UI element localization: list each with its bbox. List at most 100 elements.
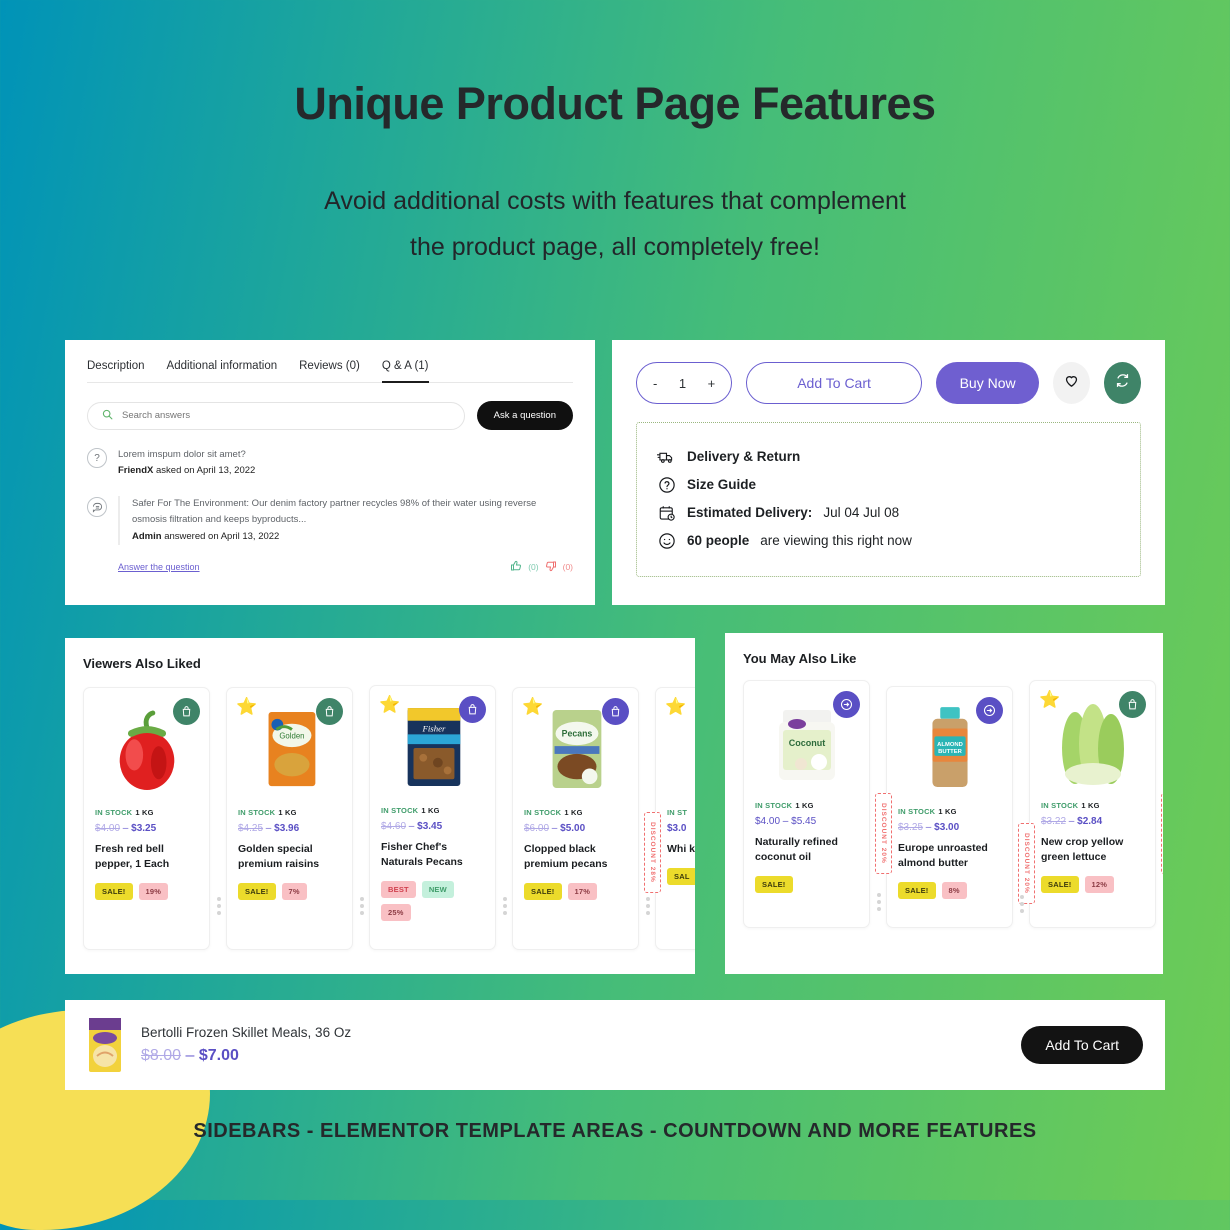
thumbs-up-icon[interactable] bbox=[510, 560, 522, 574]
new-price: $5.00 bbox=[560, 823, 586, 834]
add-to-cart-panel: - 1 + Add To Cart Buy Now Delivery & Ret… bbox=[612, 340, 1165, 605]
arrow-right-circle-icon[interactable] bbox=[833, 691, 860, 718]
qa-vote-group: (0) (0) bbox=[510, 560, 573, 574]
product-name[interactable]: New crop yellow green lettuce bbox=[1041, 835, 1144, 865]
info-delivery-return[interactable]: Delivery & Return bbox=[657, 447, 1120, 466]
upvote-count: (0) bbox=[528, 561, 539, 572]
product-badges: SAL bbox=[667, 868, 695, 886]
product-price: $3.22 – $2.84 bbox=[1041, 816, 1144, 827]
stock-status: IN ST bbox=[667, 808, 695, 817]
shopping-bag-icon[interactable] bbox=[602, 698, 629, 725]
svg-text:Pecans: Pecans bbox=[561, 728, 592, 738]
product-card[interactable]: Coconut IN STOCK 1 KG $4.00 – $5.45 Natur… bbox=[743, 680, 892, 929]
product-price: $4.60 – $3.45 bbox=[381, 821, 484, 832]
new-price: $4.00 – $5.45 bbox=[755, 816, 817, 827]
product-weight: 1 KG bbox=[564, 808, 583, 817]
product-name[interactable]: Whi kuro bbox=[667, 842, 695, 857]
cart-actions-row: - 1 + Add To Cart Buy Now bbox=[636, 362, 1141, 404]
card-drag-dots[interactable] bbox=[646, 897, 650, 916]
product-card[interactable]: ⭐ Golden IN STOCK 1 KG $4.25 – $3.96 Gold… bbox=[226, 687, 364, 951]
product-name[interactable]: Europe unroasted almond butter bbox=[898, 841, 1001, 871]
youmay-track: Coconut IN STOCK 1 KG $4.00 – $5.45 Natur… bbox=[743, 680, 1163, 929]
price-dash: – bbox=[1066, 816, 1078, 827]
arrow-right-circle-icon[interactable] bbox=[976, 697, 1003, 724]
product-weight: 1 KG bbox=[938, 807, 957, 816]
ask-a-question-button[interactable]: Ask a question bbox=[476, 401, 573, 430]
qa-answer-item: Safer For The Environment: Our denim fac… bbox=[87, 496, 573, 545]
question-circle-icon bbox=[657, 475, 676, 494]
product-card[interactable]: ALMOND BUTTER IN STOCK 1 KG $3.25 – $3.00… bbox=[886, 686, 1035, 929]
tab-description[interactable]: Description bbox=[87, 360, 145, 383]
footer-caption: SIDEBARS - ELEMENTOR TEMPLATE AREAS - CO… bbox=[193, 1120, 1037, 1142]
quantity-stepper[interactable]: - 1 + bbox=[636, 362, 733, 404]
card-drag-dots[interactable] bbox=[877, 893, 881, 912]
answer-the-question-link[interactable]: Answer the question bbox=[118, 562, 200, 572]
info-viewers-count: 60 people bbox=[687, 533, 750, 548]
stock-label: IN STOCK bbox=[898, 807, 936, 816]
thumbs-down-icon[interactable] bbox=[545, 560, 557, 574]
svg-text:Coconut: Coconut bbox=[788, 738, 825, 748]
info-viewers-text: are viewing this right now bbox=[760, 533, 912, 548]
badge-percent: 17% bbox=[567, 883, 598, 901]
card-drag-dots[interactable] bbox=[1020, 895, 1024, 914]
page-header: Unique Product Page Features Avoid addit… bbox=[0, 0, 1230, 270]
product-name[interactable]: Fisher Chef's Naturals Pecans bbox=[381, 840, 484, 870]
new-price: $3.00 bbox=[934, 822, 960, 833]
shopping-bag-icon[interactable] bbox=[1119, 691, 1146, 718]
info-viewers: 60 people are viewing this right now bbox=[657, 531, 1120, 550]
product-name[interactable]: Golden special premium raisins bbox=[238, 842, 341, 872]
product-weight: 1 KG bbox=[795, 801, 814, 810]
qa-answer-text: Safer For The Environment: Our denim fac… bbox=[132, 498, 537, 525]
compare-button[interactable] bbox=[1104, 362, 1141, 404]
product-image-area: ALMOND BUTTER bbox=[898, 697, 1003, 801]
product-weight: 1 KG bbox=[421, 806, 440, 815]
qa-answer-author: Admin bbox=[132, 530, 162, 542]
buy-now-button[interactable]: Buy Now bbox=[935, 362, 1040, 404]
product-image-area: ⭐ Golden bbox=[236, 698, 343, 802]
shopping-bag-icon[interactable] bbox=[173, 698, 200, 725]
badge-sale: SALE! bbox=[898, 882, 936, 900]
card-drag-dots[interactable] bbox=[360, 897, 364, 916]
stock-status: IN STOCK 1 KG bbox=[238, 808, 341, 817]
product-name[interactable]: Fresh red bell pepper, 1 Each bbox=[95, 842, 198, 872]
shopping-bag-icon[interactable] bbox=[316, 698, 343, 725]
discount-tag: DISCOUNT 20% bbox=[875, 793, 892, 874]
new-price: $3.45 bbox=[417, 821, 443, 832]
info-size-guide[interactable]: Size Guide bbox=[657, 475, 1120, 494]
tab-additional-information[interactable]: Additional information bbox=[167, 360, 278, 383]
wishlist-button[interactable] bbox=[1053, 362, 1091, 404]
product-card[interactable]: ⭐ IN STOCK 1 KG $3.22 – $2.84 New crop ye… bbox=[1029, 680, 1163, 929]
product-name[interactable]: Clopped black premium pecans bbox=[524, 842, 627, 872]
quantity-value[interactable]: 1 bbox=[679, 376, 686, 391]
heart-icon bbox=[1063, 372, 1080, 394]
smiley-face-icon bbox=[657, 531, 676, 550]
tab-reviews[interactable]: Reviews (0) bbox=[299, 360, 360, 383]
card-drag-dots[interactable] bbox=[217, 897, 221, 916]
sticky-add-to-cart-button[interactable]: Add To Cart bbox=[1021, 1026, 1143, 1064]
product-weight: 1 KG bbox=[278, 808, 297, 817]
qa-search-box[interactable] bbox=[87, 401, 465, 430]
product-name[interactable]: Naturally refined coconut oil bbox=[755, 835, 858, 865]
stock-label: IN ST bbox=[667, 808, 688, 817]
product-card[interactable]: ⭐ Pecans IN STOCK 1 KG $6.00 – $5.00 Clop… bbox=[512, 687, 661, 951]
product-card[interactable]: ⭐ IN ST $3.0 Whi kuro SAL bbox=[655, 687, 695, 951]
downvote-count: (0) bbox=[562, 561, 573, 572]
product-badges: SALE! 8% bbox=[898, 882, 1001, 900]
quantity-decrease-button[interactable]: - bbox=[653, 376, 657, 391]
stock-status: IN STOCK 1 KG bbox=[381, 806, 484, 815]
product-card[interactable]: ⭐ Fisher IN STOCK 1 KG $4.60 – $3.45 Fish… bbox=[369, 685, 507, 951]
add-to-cart-button[interactable]: Add To Cart bbox=[746, 362, 922, 404]
sticky-price-dash: – bbox=[181, 1047, 199, 1064]
tab-qa[interactable]: Q & A (1) bbox=[381, 360, 429, 383]
price-dash: – bbox=[120, 823, 132, 834]
stock-status: IN STOCK 1 KG bbox=[95, 808, 198, 817]
product-badges: SALE! bbox=[755, 876, 858, 894]
qa-question-author: FriendX bbox=[118, 465, 154, 477]
qa-question-date: asked on April 13, 2022 bbox=[153, 465, 256, 477]
search-input[interactable] bbox=[122, 410, 450, 421]
card-drag-dots[interactable] bbox=[503, 897, 507, 916]
quantity-increase-button[interactable]: + bbox=[708, 376, 716, 391]
product-card[interactable]: IN STOCK 1 KG $4.00 – $3.25 Fresh red bel… bbox=[83, 687, 221, 951]
badge-sale: SAL bbox=[667, 868, 695, 886]
shopping-bag-icon[interactable] bbox=[459, 696, 486, 723]
